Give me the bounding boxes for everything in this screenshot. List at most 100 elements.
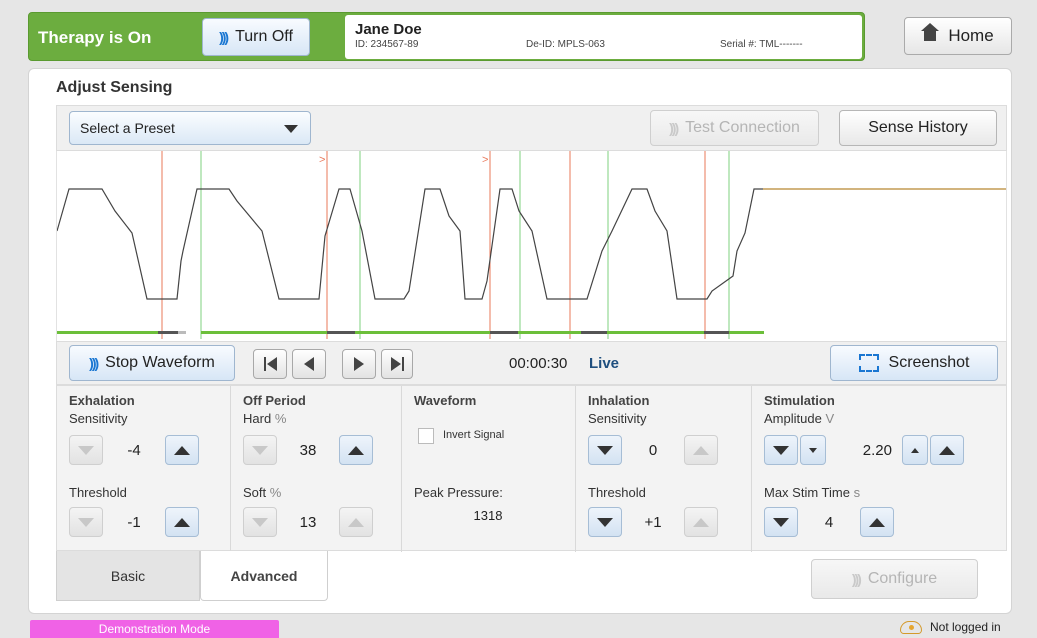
up-arrow-icon bbox=[693, 445, 709, 455]
patient-name: Jane Doe bbox=[355, 21, 422, 38]
tab-advanced[interactable]: Advanced bbox=[200, 551, 328, 601]
amplitude-fine-increase[interactable] bbox=[902, 435, 928, 465]
down-arrow-icon bbox=[78, 445, 94, 455]
stim-segment bbox=[704, 331, 729, 334]
exhalation-threshold-increase[interactable] bbox=[165, 507, 199, 537]
exhalation-sensitivity-stepper: -4 bbox=[69, 433, 199, 467]
sensing-bar bbox=[607, 331, 704, 334]
test-connection-button[interactable]: ))) Test Connection bbox=[650, 110, 819, 146]
home-button[interactable]: Home bbox=[904, 17, 1012, 55]
stim-segment bbox=[581, 331, 607, 334]
off-period-hard-value: 38 bbox=[299, 441, 317, 459]
patient-info: Jane Doe ID: 234567-89 De-ID: MPLS-063 S… bbox=[345, 15, 862, 59]
configure-button[interactable]: ))) Configure bbox=[811, 559, 978, 599]
max-stim-time-stepper: 4 bbox=[764, 505, 894, 539]
login-icon bbox=[900, 620, 922, 634]
off-period-hard-stepper: 38 bbox=[243, 433, 373, 467]
skip-end-icon bbox=[390, 357, 401, 371]
inhalation-title: Inhalation bbox=[588, 393, 650, 408]
exhalation-sensitivity-increase[interactable] bbox=[165, 435, 199, 465]
sense-history-button[interactable]: Sense History bbox=[839, 110, 997, 146]
home-label: Home bbox=[948, 26, 994, 45]
max-stim-time-increase[interactable] bbox=[860, 507, 894, 537]
invert-signal-label: Invert Signal bbox=[443, 429, 505, 441]
turn-off-button[interactable]: ))) Turn Off bbox=[202, 18, 310, 56]
off-period-soft-decrease[interactable] bbox=[243, 507, 277, 537]
adjust-sensing-panel: Adjust Sensing Select a Preset ))) Test … bbox=[28, 68, 1012, 614]
elapsed-time: 00:00:30 bbox=[509, 355, 568, 372]
sensing-settings: Exhalation Sensitivity -4 Threshold -1 O… bbox=[56, 385, 1008, 552]
up-arrow-icon bbox=[174, 517, 190, 527]
stim-segment bbox=[490, 331, 518, 334]
skip-start-icon bbox=[263, 357, 266, 371]
up-arrow-icon bbox=[174, 445, 190, 455]
down-arrow-icon bbox=[597, 445, 613, 455]
inhalation-threshold-label: Threshold bbox=[588, 485, 646, 500]
off-period-hard-increase[interactable] bbox=[339, 435, 373, 465]
off-period-soft-increase[interactable] bbox=[339, 507, 373, 537]
screenshot-button[interactable]: Screenshot bbox=[830, 345, 998, 381]
waveform-display: > > bbox=[56, 151, 1007, 341]
off-period-soft-value: 13 bbox=[299, 513, 317, 531]
peak-pressure-value: 1318 bbox=[473, 508, 503, 523]
login-status[interactable]: Not logged in bbox=[900, 620, 1001, 634]
inhalation-sensitivity-stepper: 0 bbox=[588, 433, 718, 467]
stim-segment bbox=[158, 331, 178, 334]
exhalation-sensitivity-label: Sensitivity bbox=[69, 411, 128, 426]
down-arrow-icon bbox=[78, 517, 94, 527]
amplitude-value: 2.20 bbox=[862, 441, 892, 459]
off-period-hard-label: Hard % bbox=[243, 411, 287, 426]
sense-history-label: Sense History bbox=[868, 119, 968, 136]
invert-signal-checkbox[interactable] bbox=[418, 428, 434, 444]
chevron-down-icon bbox=[284, 125, 298, 133]
waveform-title: Waveform bbox=[414, 393, 477, 408]
sensing-bar bbox=[729, 331, 764, 334]
home-icon bbox=[921, 23, 940, 43]
stop-waveform-button[interactable]: ))) Stop Waveform bbox=[69, 345, 235, 381]
exhalation-arrow-marker: > bbox=[319, 154, 325, 166]
down-arrow-icon bbox=[597, 517, 613, 527]
configure-label: Configure bbox=[867, 570, 938, 587]
preset-select[interactable]: Select a Preset bbox=[69, 111, 311, 145]
skip-to-end-button[interactable] bbox=[381, 349, 413, 379]
inhalation-threshold-decrease[interactable] bbox=[588, 507, 622, 537]
step-back-button[interactable] bbox=[292, 349, 326, 379]
tab-basic[interactable]: Basic bbox=[56, 551, 200, 601]
inhalation-sensitivity-label: Sensitivity bbox=[588, 411, 647, 426]
screenshot-icon bbox=[858, 354, 879, 372]
amplitude-label: Amplitude V bbox=[764, 411, 835, 426]
down-arrow-icon bbox=[773, 517, 789, 527]
stimulation-title: Stimulation bbox=[764, 393, 835, 408]
sensing-bar bbox=[355, 331, 490, 334]
exhalation-arrow-marker: > bbox=[482, 154, 488, 166]
max-stim-time-decrease[interactable] bbox=[764, 507, 798, 537]
waveform-graph: > > bbox=[57, 151, 1006, 339]
stimulation-column: Stimulation Amplitude V 2.20 Max Stim Ti… bbox=[752, 386, 1008, 552]
skip-to-start-button[interactable] bbox=[253, 349, 287, 379]
off-period-hard-decrease[interactable] bbox=[243, 435, 277, 465]
inhalation-sensitivity-decrease[interactable] bbox=[588, 435, 622, 465]
inhalation-sensitivity-increase[interactable] bbox=[684, 435, 718, 465]
inhalation-threshold-increase[interactable] bbox=[684, 507, 718, 537]
exhalation-threshold-decrease[interactable] bbox=[69, 507, 103, 537]
wireless-icon: ))) bbox=[219, 29, 229, 45]
stop-waveform-label: Stop Waveform bbox=[105, 354, 215, 371]
step-forward-button[interactable] bbox=[342, 349, 376, 379]
up-arrow-icon bbox=[693, 517, 709, 527]
exhalation-sensitivity-value: -4 bbox=[127, 441, 141, 459]
inhalation-sensitivity-value: 0 bbox=[648, 441, 658, 459]
sensing-bar bbox=[201, 331, 327, 334]
amplitude-fine-decrease[interactable] bbox=[800, 435, 826, 465]
stim-segment bbox=[327, 331, 355, 334]
amplitude-increase[interactable] bbox=[930, 435, 964, 465]
preset-select-label: Select a Preset bbox=[80, 120, 175, 136]
exhalation-threshold-value: -1 bbox=[127, 513, 141, 531]
patient-id: ID: 234567-89 bbox=[355, 39, 419, 50]
down-arrow-small-icon bbox=[809, 447, 817, 453]
turn-off-label: Turn Off bbox=[235, 28, 293, 45]
therapy-status-text: Therapy is On bbox=[38, 28, 152, 47]
sensing-bar bbox=[518, 331, 581, 334]
amplitude-decrease[interactable] bbox=[764, 435, 798, 465]
max-stim-time-value: 4 bbox=[824, 513, 834, 531]
exhalation-sensitivity-decrease[interactable] bbox=[69, 435, 103, 465]
